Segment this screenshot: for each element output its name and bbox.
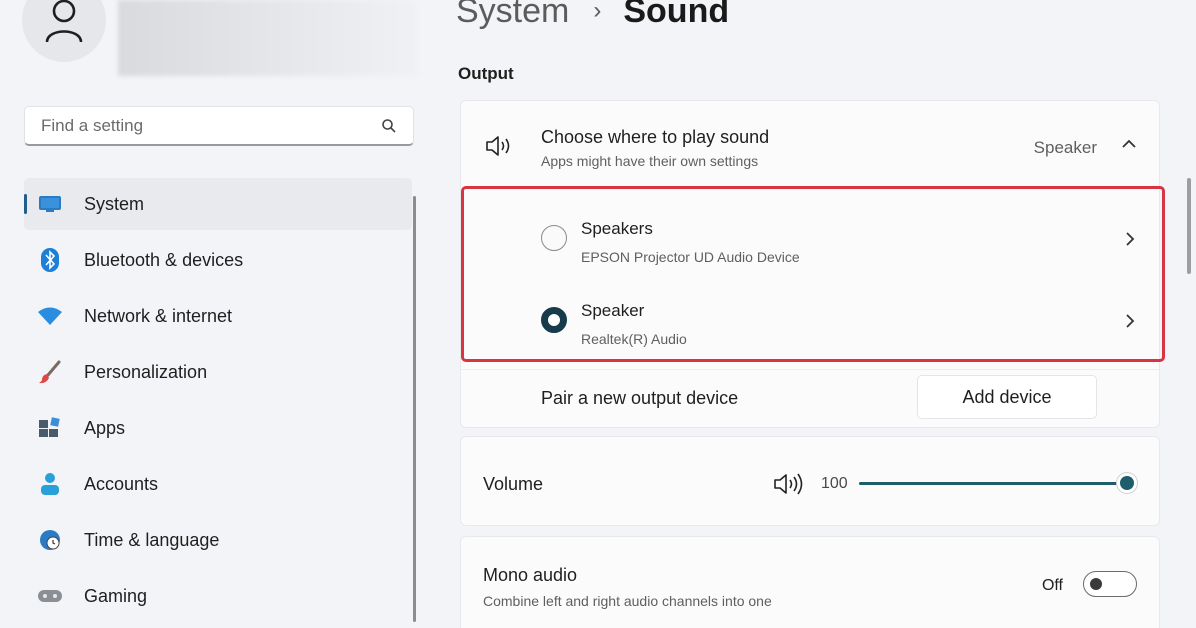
device-description: EPSON Projector UD Audio Device bbox=[581, 249, 800, 265]
sidebar-item-gaming[interactable]: Gaming bbox=[24, 570, 412, 622]
sidebar-scrollbar[interactable] bbox=[413, 196, 416, 622]
sidebar-item-time-language[interactable]: Time & language bbox=[24, 514, 412, 566]
sidebar-item-accounts[interactable]: Accounts bbox=[24, 458, 412, 510]
chevron-up-icon[interactable] bbox=[1121, 139, 1137, 149]
selected-output-value: Speaker bbox=[1033, 138, 1097, 157]
toggle-knob bbox=[1090, 578, 1102, 590]
toggle-state-label: Off bbox=[1041, 577, 1063, 594]
content-scrollbar[interactable] bbox=[1187, 178, 1191, 274]
chevron-right-icon[interactable] bbox=[1125, 231, 1135, 247]
wifi-icon bbox=[37, 303, 63, 329]
mono-audio-title: Mono audio bbox=[483, 565, 578, 585]
choose-output-row[interactable]: Choose where to play sound Apps might ha… bbox=[461, 101, 1159, 187]
page-title: Sound bbox=[623, 0, 730, 30]
speaker-icon bbox=[486, 136, 510, 156]
sidebar-item-label: Apps bbox=[84, 417, 126, 438]
device-name: Speakers bbox=[581, 219, 653, 238]
breadcrumb-separator: › bbox=[593, 0, 602, 24]
volume-label: Volume bbox=[483, 474, 544, 494]
apps-icon bbox=[37, 415, 63, 441]
sidebar-item-bluetooth[interactable]: Bluetooth & devices bbox=[24, 234, 412, 286]
choose-output-subtitle: Apps might have their own settings bbox=[541, 153, 759, 169]
search-input[interactable] bbox=[39, 114, 381, 137]
user-avatar[interactable] bbox=[22, 0, 106, 62]
sidebar-item-personalization[interactable]: Personalization bbox=[24, 346, 412, 398]
volume-card: Volume 100 bbox=[460, 436, 1160, 526]
sidebar-item-network[interactable]: Network & internet bbox=[24, 290, 412, 342]
sidebar-item-apps[interactable]: Apps bbox=[24, 402, 412, 454]
sidebar-item-label: Personalization bbox=[84, 361, 208, 382]
sidebar-item-system[interactable]: System bbox=[24, 178, 412, 230]
bluetooth-icon bbox=[37, 247, 63, 273]
brush-icon bbox=[37, 359, 63, 385]
add-device-button[interactable]: Add device bbox=[917, 375, 1097, 419]
mono-audio-card: Mono audio Combine left and right audio … bbox=[460, 536, 1160, 628]
breadcrumb: System › Sound bbox=[456, 0, 729, 34]
sidebar-item-label: System bbox=[84, 193, 145, 214]
user-name-blurred bbox=[118, 0, 418, 76]
volume-slider-fill bbox=[859, 482, 1127, 485]
selected-indicator bbox=[24, 194, 27, 214]
output-device-row[interactable]: Speaker Realtek(R) Audio bbox=[465, 275, 1161, 355]
mono-audio-subtitle: Combine left and right audio channels in… bbox=[483, 593, 772, 609]
monitor-icon bbox=[37, 191, 63, 217]
chevron-right-icon[interactable] bbox=[1125, 313, 1135, 329]
device-name: Speaker bbox=[581, 301, 645, 320]
volume-slider-thumb[interactable] bbox=[1120, 476, 1134, 490]
output-device-row[interactable]: Speakers EPSON Projector UD Audio Device bbox=[465, 193, 1161, 273]
device-radio-selected[interactable] bbox=[541, 307, 567, 333]
device-radio[interactable] bbox=[541, 225, 567, 251]
output-card: Choose where to play sound Apps might ha… bbox=[460, 100, 1160, 428]
gamepad-icon bbox=[37, 583, 63, 609]
sidebar-nav: System Bluetooth & devices Network & int… bbox=[24, 178, 412, 626]
sidebar-item-label: Time & language bbox=[84, 529, 220, 550]
volume-slider[interactable] bbox=[859, 476, 1134, 490]
search-box[interactable] bbox=[24, 106, 414, 146]
pair-device-row: Pair a new output device Add device bbox=[461, 369, 1159, 430]
device-description: Realtek(R) Audio bbox=[581, 331, 687, 347]
volume-value: 100 bbox=[821, 475, 848, 492]
volume-speaker-icon[interactable] bbox=[773, 472, 805, 496]
sidebar-item-label: Bluetooth & devices bbox=[84, 249, 244, 270]
output-section-label: Output bbox=[458, 64, 514, 83]
sidebar-item-label: Gaming bbox=[84, 585, 148, 606]
breadcrumb-parent[interactable]: System bbox=[456, 0, 569, 31]
globe-clock-icon bbox=[37, 527, 63, 553]
sidebar-item-label: Accounts bbox=[84, 473, 159, 494]
sidebar-item-label: Network & internet bbox=[84, 305, 233, 326]
person-icon bbox=[37, 471, 63, 497]
pair-device-label: Pair a new output device bbox=[541, 388, 739, 408]
mono-audio-toggle[interactable] bbox=[1083, 571, 1137, 597]
choose-output-title: Choose where to play sound bbox=[541, 127, 770, 147]
search-icon[interactable] bbox=[381, 118, 397, 134]
person-icon bbox=[45, 0, 83, 43]
